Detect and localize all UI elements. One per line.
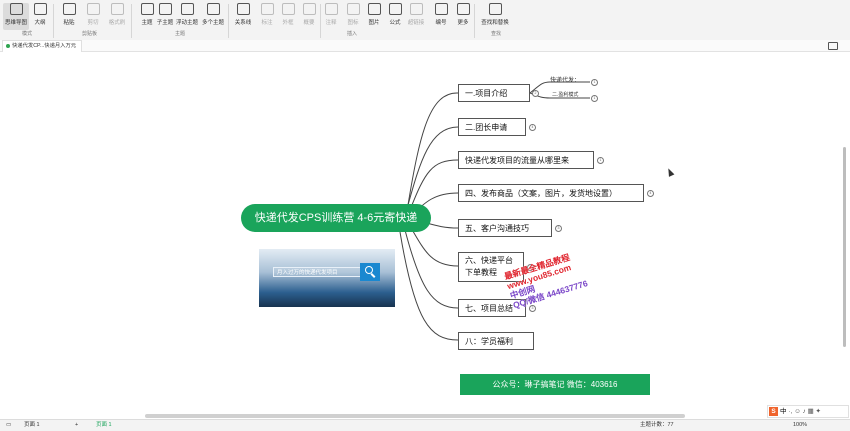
topic-count: 主题计数：77 [640,422,674,428]
mindmap-canvas[interactable]: 快递代发CPS训练营 4-6元寄快递 一.项目介绍 2 快递代发： 1 二.盈利… [0,52,850,418]
page-selector[interactable]: 页面 1 [24,420,40,431]
collapse-count-badge[interactable]: 1 [591,95,598,102]
contact-info-box[interactable]: 公众号：琳子搞笔记 微信：403616 [460,374,650,395]
ime-tools-icon: ·, ☺ ♪ ▦ ✦ [788,408,821,415]
collapse-count-badge[interactable]: 4 [529,124,536,131]
boundary-icon [281,3,295,15]
branch-lines [399,81,590,341]
document-tab-bar: 快递代发CP...快递月入万元 [0,40,850,52]
scissors-icon [86,3,100,15]
status-bar: ▭ 页面 1 + 页面 1 主题计数：77 100% [0,419,850,431]
topic-customer-communication[interactable]: 五、客户沟通技巧 [458,219,552,237]
collapse-count-badge[interactable]: 3 [529,305,536,312]
branch-line [399,231,459,341]
find-icon [488,3,502,15]
sogou-logo-icon: S [769,407,778,416]
fit-view-icon[interactable]: ▭ [6,420,11,431]
horizontal-scrollbar[interactable] [145,414,685,418]
divider [131,4,132,38]
multi-topic-button[interactable]: 多个主题 [200,3,226,30]
group-label-mode: 模式 [22,31,33,37]
multi-topic-icon [206,3,220,15]
link-icon [409,3,423,15]
ime-language-label: 中 [780,408,787,415]
subtopic-icon [158,3,172,15]
hyperlink-button[interactable]: 超链接 [403,3,429,30]
divider [228,4,229,38]
callout-icon [260,3,274,15]
branch-line [409,159,459,211]
project-banner-image[interactable]: 月入过万的快递代发项目 [259,249,395,307]
mindmap-icon [9,3,23,15]
search-icon [360,263,380,281]
floating-topic-button[interactable]: 浮动主题 [174,3,200,30]
topic-traffic-source[interactable]: 快递代发项目的流量从哪里来 [458,151,594,169]
group-label-insert: 插入 [347,31,358,37]
add-page-button[interactable]: + [75,420,78,431]
subtopic-profit-model[interactable]: 二.盈利模式 [552,91,578,98]
vertical-scrollbar[interactable] [843,147,846,347]
grid-icon [456,3,470,15]
branch-line [407,92,459,206]
sigma-icon [388,3,402,15]
marker-icon [346,3,360,15]
collapse-count-badge[interactable]: 4 [647,190,654,197]
divider [474,4,475,38]
topic-leader-apply[interactable]: 二.团长申请 [458,118,526,136]
collapse-count-badge[interactable]: 1 [591,79,598,86]
cut-button[interactable]: 剪切 [80,3,106,30]
branch-line [404,229,459,309]
relation-line-button[interactable]: 关系线 [230,3,256,30]
paste-button[interactable]: 粘贴 [56,3,82,30]
find-replace-button[interactable]: 查找和替换 [478,3,512,30]
central-topic[interactable]: 快递代发CPS训练营 4-6元寄快递 [241,204,431,232]
document-tab-title: 快递代发CP...快递月入万元 [12,43,77,49]
numbered-list-icon [434,3,448,15]
outline-view-button[interactable]: 大纲 [27,3,53,30]
collapse-count-badge[interactable]: 3 [555,225,562,232]
paste-icon [62,3,76,15]
topic-publish-goods[interactable]: 四、发布商品（文案，图片，发货地设置） [458,184,644,202]
branch-line [409,225,459,267]
more-button[interactable]: 更多 [450,3,476,30]
document-tab[interactable]: 快递代发CP...快递月入万元 [2,40,82,52]
unsaved-dot-icon [6,43,10,48]
side-panel-toggle-icon[interactable] [828,42,838,50]
mindmap-view-button[interactable]: 思维导图 [3,3,29,30]
ribbon-toolbar: 思维导图 大纲 模式 粘贴 剪切 格式刷 剪贴板 主题 子主题 浮动主题 多个主… [0,0,850,41]
collapse-count-badge[interactable]: 2 [532,90,539,97]
group-label-clipboard: 剪贴板 [82,31,98,37]
format-painter-icon [110,3,124,15]
group-label-topic: 主题 [175,31,186,37]
subtopic-express[interactable]: 快递代发： [550,75,580,84]
summary-icon [302,3,316,15]
divider [53,4,54,38]
topic-student-benefits[interactable]: 八：学员福利 [458,332,534,350]
page-tab-active[interactable]: 页面 1 [96,420,112,431]
topic-project-intro[interactable]: 一.项目介绍 [458,84,530,102]
banner-search-text: 月入过万的快递代发项目 [273,267,372,277]
relation-line-icon [236,3,250,15]
group-label-find: 查找 [491,31,502,37]
format-painter-button[interactable]: 格式刷 [104,3,130,30]
floating-topic-icon [180,3,194,15]
ime-toolbar[interactable]: S中 ·, ☺ ♪ ▦ ✦ [767,405,849,418]
image-icon [367,3,381,15]
collapse-count-badge[interactable]: 1 [597,157,604,164]
zoom-level[interactable]: 100% [793,420,807,431]
outline-icon [33,3,47,15]
pencil-icon [324,3,338,15]
